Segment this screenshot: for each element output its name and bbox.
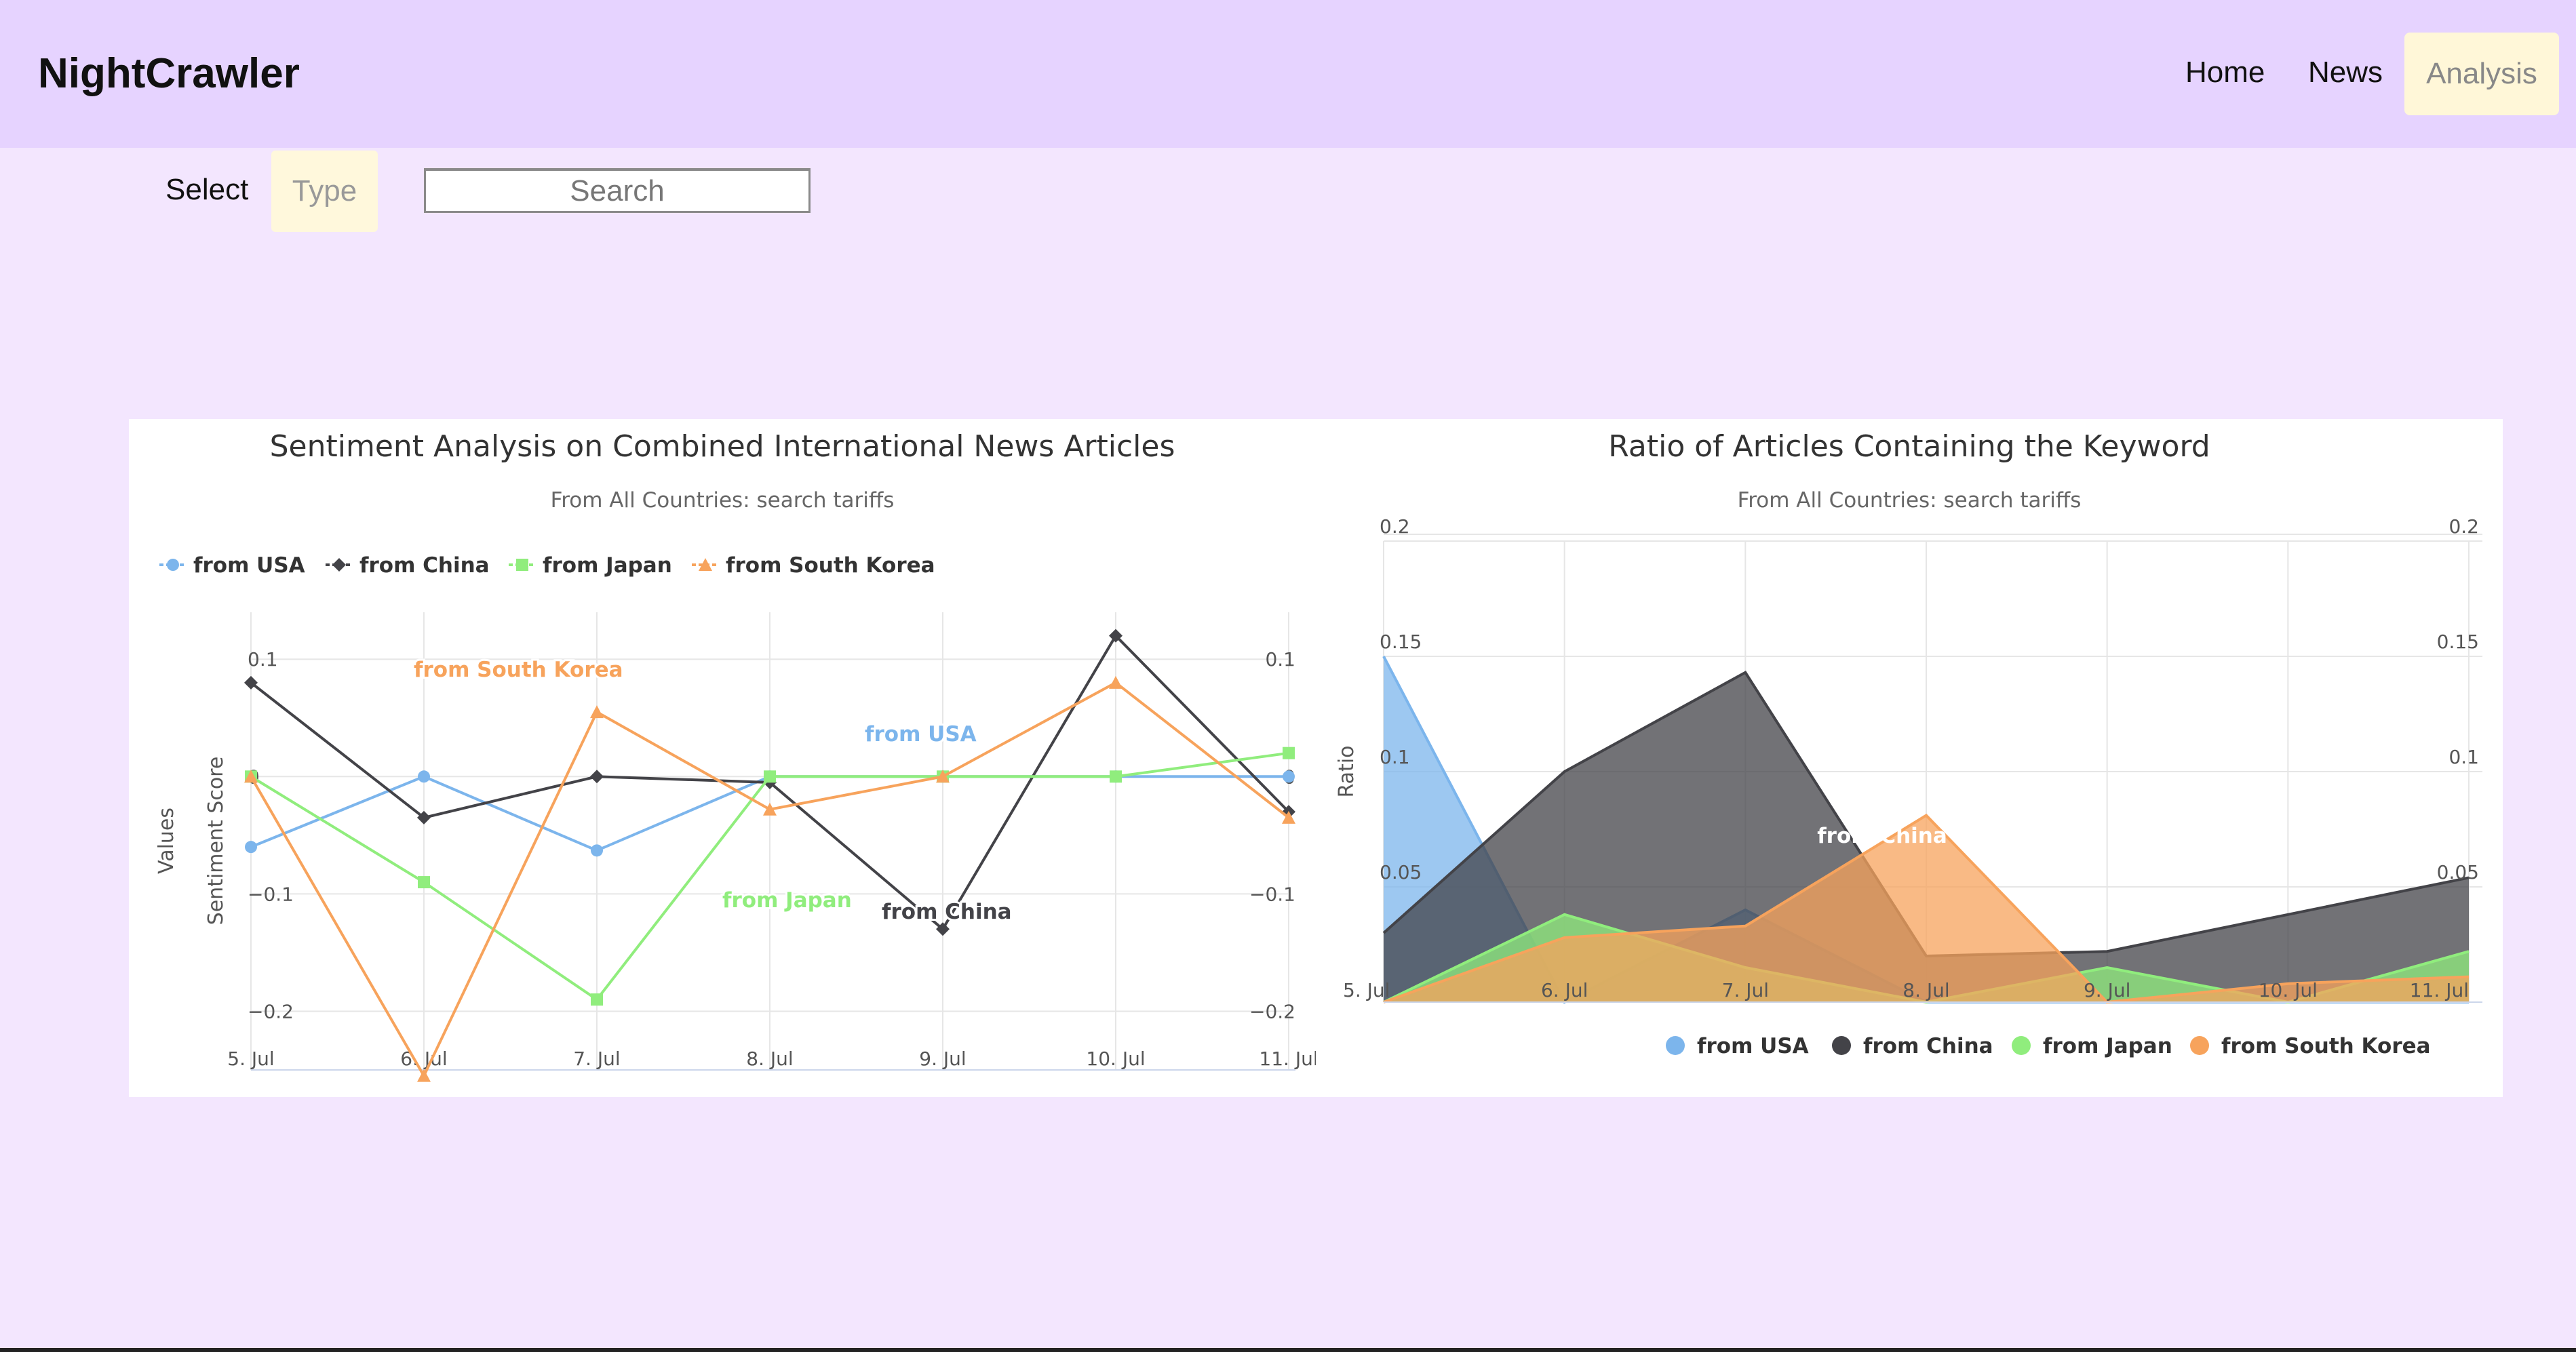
legend-label: from Japan bbox=[2043, 1034, 2172, 1058]
bottom-border bbox=[0, 1348, 2576, 1352]
x-tick-label: 9. Jul bbox=[919, 1048, 966, 1070]
legend-label: from USA bbox=[1697, 1034, 1809, 1058]
y-tick-label-left: 0.15 bbox=[1380, 631, 1422, 653]
x-tick-label: 8. Jul bbox=[746, 1048, 793, 1070]
x-tick-label: 6. Jul bbox=[400, 1048, 447, 1070]
select-label: Select bbox=[165, 173, 249, 206]
series-label: from China bbox=[1817, 824, 1947, 848]
series-label: from Japan bbox=[722, 888, 852, 913]
data-point bbox=[590, 770, 604, 784]
data-point bbox=[417, 1069, 431, 1082]
series-label: from South Korea bbox=[414, 658, 623, 682]
brand-logo[interactable]: NightCrawler bbox=[38, 49, 300, 98]
data-point bbox=[1283, 747, 1295, 759]
y-axis-title: Ratio bbox=[1335, 745, 1359, 797]
y-tick-label-left: −0.2 bbox=[248, 1000, 294, 1022]
legend-label: from Japan bbox=[543, 553, 672, 578]
x-tick-label: 7. Jul bbox=[1722, 979, 1769, 1001]
data-point bbox=[591, 844, 603, 857]
charts-panel: Sentiment Analysis on Combined Internati… bbox=[129, 419, 2503, 1097]
legend-label: from USA bbox=[193, 553, 305, 578]
legend-label: from South Korea bbox=[2221, 1034, 2431, 1058]
legend-marker bbox=[2190, 1036, 2209, 1055]
legend-marker bbox=[1666, 1036, 1685, 1055]
data-point bbox=[1109, 675, 1123, 689]
sentiment-line-chart: Sentiment Analysis on Combined Internati… bbox=[155, 429, 1316, 1082]
data-point bbox=[590, 705, 604, 719]
navbar: NightCrawler Home News Analysis bbox=[0, 0, 2576, 148]
x-tick-label: 10. Jul bbox=[1086, 1048, 1145, 1070]
x-tick-label: 7. Jul bbox=[573, 1048, 620, 1070]
data-point bbox=[418, 770, 430, 783]
type-select-button[interactable]: Type bbox=[271, 151, 378, 232]
data-point bbox=[418, 876, 430, 889]
x-tick-label: 11. Jul bbox=[1259, 1048, 1316, 1070]
x-tick-label: 10. Jul bbox=[2259, 979, 2318, 1001]
data-point bbox=[1110, 770, 1122, 783]
line-chart-title: Sentiment Analysis on Combined Internati… bbox=[270, 429, 1175, 464]
y-tick-label-right: −0.1 bbox=[1249, 883, 1295, 905]
legend-marker bbox=[332, 558, 346, 572]
ratio-area-chart: Ratio of Articles Containing the Keyword… bbox=[1335, 429, 2482, 1058]
y-tick-label-right: 0.05 bbox=[2437, 861, 2479, 883]
y-tick-label-left: −0.1 bbox=[248, 883, 294, 905]
legend-marker bbox=[1832, 1036, 1851, 1055]
nav-news[interactable]: News bbox=[2308, 56, 2383, 90]
x-tick-label: 5. Jul bbox=[227, 1048, 274, 1070]
y-tick-label-right: 0.1 bbox=[2448, 746, 2479, 768]
y-tick-label-right: 0.15 bbox=[2437, 631, 2479, 653]
nav-home[interactable]: Home bbox=[2185, 56, 2265, 90]
y-tick-label-left: 0.1 bbox=[1380, 746, 1410, 768]
area-chart-subtitle: From All Countries: search tariffs bbox=[1738, 488, 2082, 513]
line-chart-subtitle: From All Countries: search tariffs bbox=[551, 488, 895, 513]
data-point bbox=[245, 841, 257, 854]
x-tick-label: 6. Jul bbox=[1541, 979, 1588, 1001]
y-tick-label-right: 0.1 bbox=[1265, 648, 1295, 671]
legend-label: from China bbox=[1863, 1034, 1993, 1058]
series-label: from USA bbox=[865, 722, 977, 747]
area-chart-title: Ratio of Articles Containing the Keyword bbox=[1608, 429, 2210, 464]
y-tick-label-right: −0.2 bbox=[1249, 1000, 1295, 1022]
search-input[interactable] bbox=[424, 168, 811, 213]
x-tick-label: 5. Jul bbox=[1343, 979, 1390, 1001]
legend-marker bbox=[2012, 1036, 2031, 1055]
y-axis-title-outer: Values bbox=[155, 808, 178, 874]
x-tick-label: 9. Jul bbox=[2084, 979, 2130, 1001]
y-tick-label-left: 0.05 bbox=[1380, 861, 1422, 883]
legend-label: from South Korea bbox=[726, 553, 935, 578]
x-tick-label: 11. Jul bbox=[2410, 979, 2469, 1001]
y-tick-label-left: 0.2 bbox=[1380, 515, 1410, 538]
data-point bbox=[1283, 770, 1295, 783]
data-point bbox=[764, 770, 776, 783]
legend-marker bbox=[516, 559, 528, 571]
series-label: from China bbox=[882, 900, 1012, 924]
y-tick-label-left: 0.1 bbox=[248, 648, 278, 671]
nav-analysis[interactable]: Analysis bbox=[2404, 33, 2559, 115]
x-tick-label: 8. Jul bbox=[1902, 979, 1949, 1001]
y-tick-label-right: 0.2 bbox=[2448, 515, 2479, 538]
y-axis-title: Sentiment Score bbox=[204, 757, 228, 926]
legend-label: from China bbox=[359, 553, 490, 578]
legend-marker bbox=[167, 559, 179, 571]
data-point bbox=[591, 993, 603, 1006]
